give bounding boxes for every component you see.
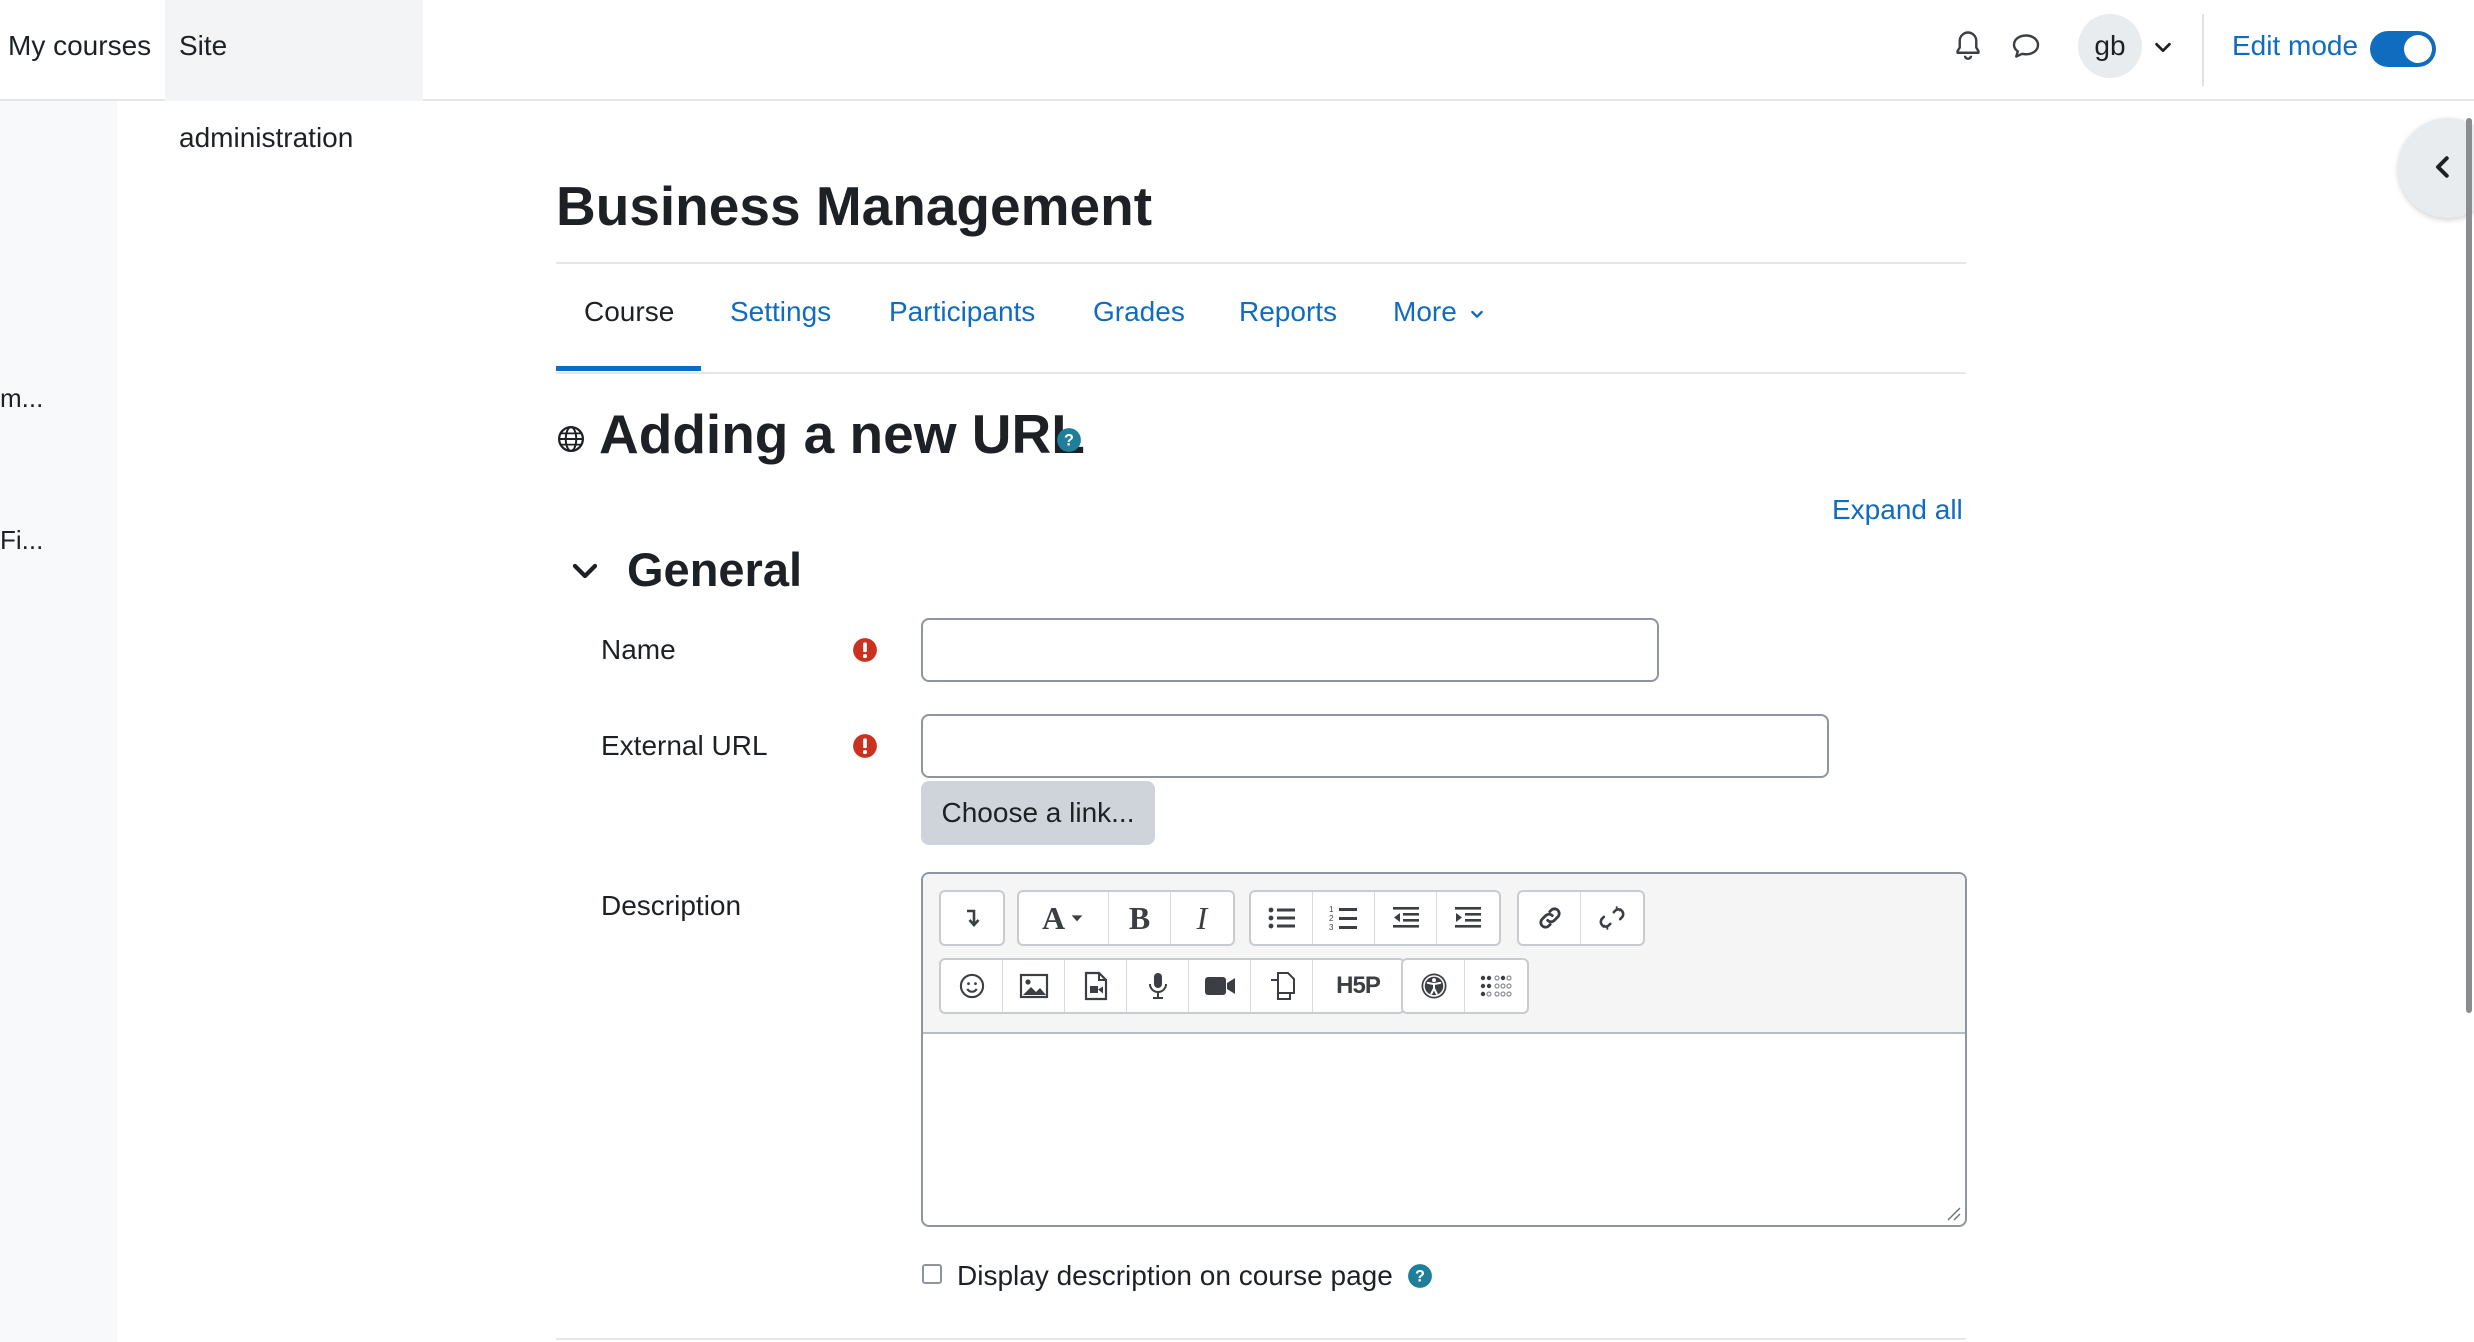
collapse-icon[interactable] — [941, 892, 1003, 944]
name-input[interactable] — [921, 618, 1659, 682]
bullet-list-icon[interactable] — [1251, 892, 1313, 944]
screenreader-helper-icon[interactable] — [1465, 960, 1527, 1012]
course-index-item[interactable]: Fi... — [0, 525, 43, 556]
description-label: Description — [601, 890, 742, 921]
divider — [556, 372, 1966, 374]
record-video-icon[interactable] — [1189, 960, 1251, 1012]
toolbar-group: 123 — [1249, 890, 1501, 946]
media-icon[interactable] — [1065, 960, 1127, 1012]
resize-handle-icon[interactable] — [1945, 1205, 1961, 1221]
editor-toolbar: A B I 123 H5P — [923, 874, 1965, 1034]
section-title[interactable]: General — [627, 542, 802, 597]
active-tab-indicator — [556, 366, 701, 371]
emoji-icon[interactable] — [941, 960, 1003, 1012]
svg-text:1: 1 — [1329, 905, 1334, 914]
block-drawer-toggle[interactable] — [2398, 118, 2474, 218]
edit-mode-toggle[interactable] — [2370, 31, 2436, 67]
tab-settings[interactable]: Settings — [730, 296, 831, 328]
external-url-label: External URL — [601, 730, 768, 761]
bold-icon[interactable]: B — [1109, 892, 1171, 944]
divider — [556, 1338, 1966, 1340]
indent-icon[interactable] — [1437, 892, 1499, 944]
course-title: Business Management — [556, 175, 1153, 237]
external-url-input[interactable] — [921, 714, 1829, 778]
help-icon[interactable]: ? — [1407, 1263, 1433, 1289]
nav-my-courses[interactable]: My courses — [0, 0, 165, 101]
record-audio-icon[interactable] — [1127, 960, 1189, 1012]
manage-files-icon[interactable] — [1251, 960, 1313, 1012]
tab-more[interactable]: More — [1393, 296, 1485, 328]
svg-text:?: ? — [1064, 431, 1074, 449]
required-icon — [853, 734, 877, 758]
italic-icon[interactable]: I — [1171, 892, 1233, 944]
chevron-left-icon — [2436, 156, 2449, 178]
expand-all-link[interactable]: Expand all — [1832, 494, 1963, 526]
required-icon — [853, 638, 877, 662]
toolbar-group — [939, 890, 1005, 946]
globe-icon — [558, 426, 584, 452]
accessibility-checker-icon[interactable] — [1403, 960, 1465, 1012]
tab-more-label: More — [1393, 296, 1457, 327]
toolbar-group: A B I — [1017, 890, 1235, 946]
svg-text:?: ? — [1415, 1267, 1425, 1285]
outdent-icon[interactable] — [1375, 892, 1437, 944]
editor-content-area[interactable] — [923, 1034, 1965, 1225]
chat-bubble-icon[interactable] — [2008, 28, 2044, 64]
page-heading: Adding a new URL — [599, 403, 1085, 465]
edit-mode-label[interactable]: Edit mode — [2232, 30, 2358, 62]
help-icon[interactable]: ? — [1056, 427, 1082, 453]
chevron-down-icon[interactable] — [2152, 36, 2174, 58]
toolbar-group — [1401, 958, 1529, 1014]
user-avatar[interactable]: gb — [2078, 14, 2142, 78]
toolbar-group — [1517, 890, 1645, 946]
divider — [556, 262, 1966, 264]
image-icon[interactable] — [1003, 960, 1065, 1012]
choose-link-button[interactable]: Choose a link... — [921, 781, 1155, 845]
svg-text:2: 2 — [1329, 914, 1334, 923]
description-editor[interactable]: A B I 123 H5P — [921, 872, 1967, 1227]
numbered-list-icon[interactable]: 123 — [1313, 892, 1375, 944]
tab-grades[interactable]: Grades — [1093, 296, 1185, 328]
svg-text:3: 3 — [1329, 923, 1334, 932]
top-navbar: My courses Site administration gb Edit m… — [0, 0, 2474, 153]
font-style-label: A — [1041, 899, 1066, 936]
display-description-label[interactable]: Display description on course page — [957, 1260, 1393, 1292]
tab-course[interactable]: Course — [584, 296, 674, 328]
name-label: Name — [601, 634, 676, 665]
navbar-divider — [2202, 14, 2204, 86]
h5p-icon[interactable]: H5P — [1313, 960, 1403, 1012]
toggle-knob — [2404, 35, 2432, 63]
toolbar-group: H5P — [939, 958, 1405, 1014]
link-icon[interactable] — [1519, 892, 1581, 944]
tab-reports[interactable]: Reports — [1239, 296, 1337, 328]
bell-icon[interactable] — [1950, 28, 1986, 64]
display-description-checkbox[interactable] — [922, 1264, 942, 1284]
tab-participants[interactable]: Participants — [889, 296, 1035, 328]
scrollbar[interactable] — [2466, 118, 2472, 1013]
nav-site-administration[interactable]: Site administration — [165, 0, 423, 153]
unlink-icon[interactable] — [1581, 892, 1643, 944]
chevron-down-icon — [1470, 310, 1483, 318]
course-index-drawer: m... Fi... — [0, 101, 117, 1342]
font-style-icon[interactable]: A — [1019, 892, 1109, 944]
chevron-down-icon[interactable] — [566, 556, 604, 586]
course-index-item[interactable]: m... — [0, 383, 43, 414]
